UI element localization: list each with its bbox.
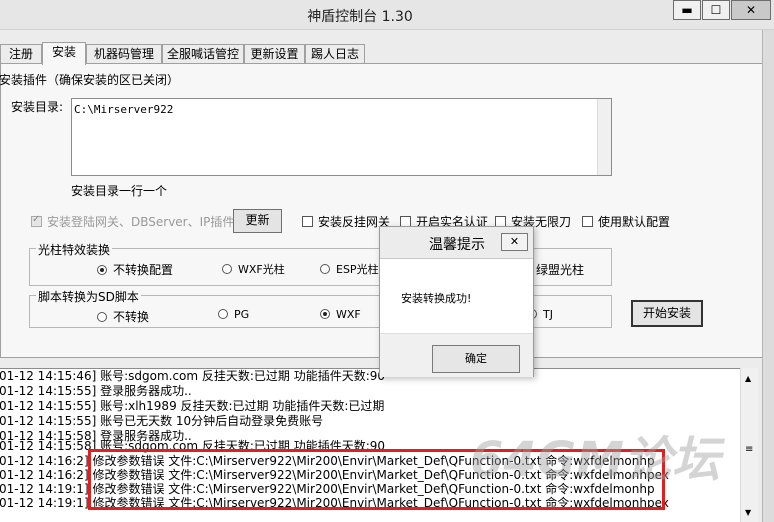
checkbox-icon — [582, 216, 593, 227]
light-group-title: 光柱特效装换 — [36, 241, 113, 258]
tab-kick-log[interactable]: 踢人日志 — [305, 44, 365, 64]
dialog-close-button[interactable]: ✕ — [501, 233, 528, 251]
log-line: 01-12 14:15:55] 账号:xlh1989 反挂天数:已过期 功能插件… — [0, 399, 385, 413]
default-config-label: 使用默认配置 — [598, 215, 671, 229]
tab-shout-control[interactable]: 全服喊话管控 — [162, 44, 244, 64]
light-option-esp-label: ESP光柱 — [336, 263, 379, 276]
dialog-message: 安装转换成功! — [401, 292, 472, 305]
install-section-title: 安装插件（确保安装的区已关闭） — [0, 73, 180, 87]
install-dir-value: C:\Mirserver922 — [74, 103, 174, 116]
dialog-footer: 确定 — [380, 333, 533, 377]
radio-icon — [218, 309, 228, 319]
tab-register[interactable]: 注册 — [0, 44, 42, 64]
install-dir-label: 安装目录: — [11, 100, 64, 114]
tab-machine-code[interactable]: 机器码管理 — [86, 44, 162, 64]
tab-update-settings[interactable]: 更新设置 — [244, 44, 305, 64]
light-option-none-label: 不转换配置 — [113, 263, 174, 277]
script-option-tj-label: TJ — [543, 308, 553, 321]
radio-icon — [320, 309, 330, 319]
scroll-down-icon[interactable]: ▼ — [745, 508, 751, 517]
log-line: 01-12 14:15:55] 登录服务器成功.. — [0, 384, 192, 398]
gateway-checkbox[interactable]: 安装登陆网关、DBServer、IP插件 — [31, 213, 234, 230]
start-install-button[interactable]: 开始安装 — [631, 300, 703, 327]
light-option-lvmeng-label: 绿盟光柱 — [536, 263, 585, 277]
update-button[interactable]: 更新 — [233, 209, 282, 233]
script-option-none[interactable]: 不转换 — [97, 308, 149, 325]
log-line: 01-12 14:15:55] 账号已无天数 10分钟后自动登录免费账号 — [0, 414, 324, 428]
radio-icon — [222, 264, 232, 274]
log-line: 01-12 14:15:46] 账号:sdgom.com 反挂天数:已过期 功能… — [0, 369, 386, 383]
radio-icon — [97, 265, 107, 275]
maximize-button[interactable]: ☐ — [702, 0, 730, 20]
dialog-title-bar: 温馨提示 ✕ — [380, 227, 533, 259]
log-scrollbar[interactable]: ▲ ≡ ▼ — [740, 368, 758, 522]
script-option-pg-label: PG — [234, 308, 250, 321]
info-dialog: 温馨提示 ✕ 安装转换成功! 确定 — [379, 226, 534, 377]
dialog-title: 温馨提示 — [429, 237, 485, 253]
script-option-wxf[interactable]: WXF — [320, 308, 361, 321]
background-window-edge — [762, 30, 774, 522]
dialog-ok-button[interactable]: 确定 — [432, 345, 520, 373]
light-option-none[interactable]: 不转换配置 — [97, 261, 173, 278]
title-bar: 神盾控制台 1.30 ▬ ☐ ✕ — [0, 0, 774, 30]
anti-gateway-checkbox[interactable]: 安装反挂网关 — [302, 213, 390, 230]
tab-bar: 注册 安装 机器码管理 全服喊话管控 更新设置 踢人日志 — [0, 42, 774, 65]
tab-install[interactable]: 安装 — [42, 42, 86, 65]
install-dir-hint: 安装目录一行一个 — [71, 184, 168, 198]
checkbox-icon — [302, 216, 313, 227]
light-option-wxf[interactable]: WXF光柱 — [222, 261, 285, 277]
script-option-pg[interactable]: PG — [218, 308, 249, 321]
checkbox-icon — [31, 214, 42, 227]
radio-icon — [320, 264, 330, 274]
textarea-scrollbar[interactable] — [597, 99, 611, 175]
script-group-title: 脚本转换为SD脚本 — [36, 288, 141, 305]
default-config-checkbox[interactable]: 使用默认配置 — [582, 213, 670, 230]
script-option-none-label: 不转换 — [113, 310, 150, 324]
close-button[interactable]: ✕ — [731, 0, 771, 20]
scroll-grip-icon[interactable]: ≡ — [745, 444, 753, 455]
light-option-esp[interactable]: ESP光柱 — [320, 261, 379, 277]
install-dir-textarea[interactable]: C:\Mirserver922 — [71, 98, 612, 176]
window-title: 神盾控制台 1.30 — [307, 9, 413, 25]
radio-icon — [97, 312, 107, 322]
minimize-button[interactable]: ▬ — [673, 0, 701, 20]
scroll-up-icon[interactable]: ▲ — [745, 374, 751, 383]
script-option-wxf-label: WXF — [336, 308, 361, 321]
light-option-wxf-label: WXF光柱 — [238, 263, 285, 276]
watermark: 64GM论坛 — [470, 432, 720, 488]
gateway-checkbox-label: 安装登陆网关、DBServer、IP插件 — [47, 215, 235, 229]
